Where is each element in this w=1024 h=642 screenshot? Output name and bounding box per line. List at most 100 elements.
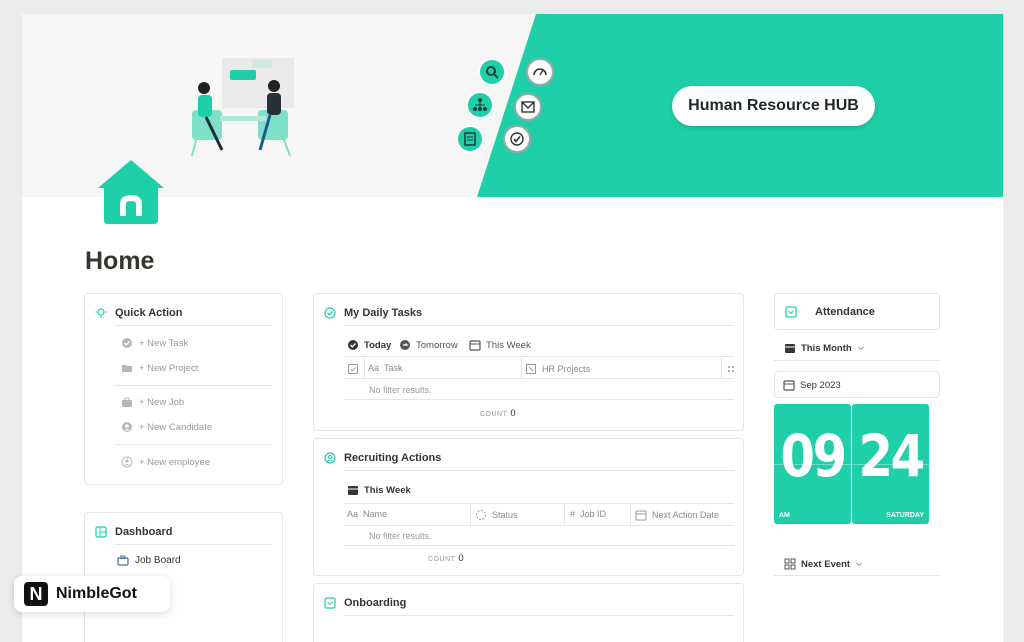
attendance-title: Attendance [785,306,875,318]
divider [344,356,734,357]
month-card[interactable]: Sep 2023 [774,371,940,398]
new-project-button[interactable]: + New Project [121,362,198,374]
next-event-filter[interactable]: Next Event [784,558,863,570]
daily-tasks-title: My Daily Tasks [324,307,422,319]
briefcase-icon [122,397,132,407]
person-icon [121,456,133,468]
column-job-id-label: Job ID [580,509,607,519]
hour-flip-card: 09 AM [774,404,851,524]
next-event-label: Next Event [801,558,851,570]
divider [344,325,734,326]
count-label: COUNT [428,556,456,563]
nimblegot-watermark: N NimbleGot [14,576,170,612]
more-columns-icon[interactable] [725,363,737,375]
column-next-action-date-label: Next Action Date [652,510,720,520]
tab-this-week[interactable]: This Week [469,339,531,351]
divider [344,545,734,546]
column-divider [564,505,565,525]
column-next-action-date[interactable]: Next Action Date [635,509,719,521]
tab-tomorrow[interactable]: Tomorrow [399,339,458,351]
check-badge-icon [503,125,531,153]
new-employee-button[interactable]: + New employee [121,456,210,468]
column-divider [630,505,631,525]
column-job-id[interactable]: # Job ID [570,509,606,519]
onboarding-panel: Onboarding [313,583,744,642]
quick-action-panel: Quick Action + New Task + New Project + … [84,293,283,485]
hour-caption: AM [779,512,790,519]
calendar-icon [469,340,481,351]
new-job-button[interactable]: + New Job [121,396,184,408]
recruiting-title: Recruiting Actions [324,452,441,464]
job-board-label: Job Board [135,554,181,566]
divider [774,360,940,361]
calendar-icon [635,510,647,521]
quick-action-label: Quick Action [115,307,183,319]
divider [115,385,272,386]
count-summary: COUNT 0 [428,553,464,564]
count-value: 0 [510,408,516,419]
column-divider [364,358,365,378]
check-circle-icon [348,340,358,350]
cover-banner: Human Resource HUB [22,14,1003,197]
column-status-label: Status [492,510,518,520]
interview-illustration-icon [191,58,294,157]
count-value: 0 [458,553,464,564]
calendar-icon [783,380,795,391]
empty-state-text: No filter results. [369,531,432,541]
arrow-circle-icon [400,340,410,350]
tab-today[interactable]: Today [347,339,391,351]
recruiting-panel: Recruiting Actions This Week Aa Name Sta… [313,438,744,576]
check-circle-icon [122,338,132,348]
new-project-label: + New Project [139,362,199,374]
job-board-link[interactable]: Job Board [117,554,181,566]
person-circle-icon [122,422,132,432]
person-circle-icon [324,452,336,464]
quick-action-title: Quick Action [95,307,182,319]
page-frame: Human Resource HUB Home Quick Action + N… [22,14,1003,642]
calendar-icon [785,344,795,353]
column-task[interactable]: Aa Task [368,363,403,373]
dashboard-label: Dashboard [115,526,173,538]
number-property-icon: # [570,509,576,519]
status-icon [476,510,486,520]
tab-this-week-label: This Week [364,484,411,496]
this-month-filter[interactable]: This Month [784,342,865,354]
tab-this-week[interactable]: This Week [347,484,411,496]
day-flip-card: 24 SATURDAY [852,404,929,524]
this-month-label: This Month [801,342,852,354]
column-hr-projects-label: HR Projects [542,364,591,374]
relation-icon [526,364,536,374]
new-task-button[interactable]: + New Task [121,337,188,349]
org-chart-icon [466,91,494,119]
divider [115,325,272,326]
tab-this-week-label: This Week [486,339,531,351]
document-icon [456,125,484,153]
lightbulb-icon [95,308,107,318]
new-candidate-button[interactable]: + New Candidate [121,421,212,433]
text-property-icon: Aa [347,509,359,519]
column-task-label: Task [384,363,403,373]
empty-state-text: No filter results. [369,385,432,395]
column-status[interactable]: Status [475,509,518,521]
tab-today-label: Today [364,339,392,351]
column-checkbox[interactable] [347,363,359,375]
count-summary: COUNT 0 [480,408,516,419]
briefcase-icon [117,555,129,566]
column-divider [521,358,522,378]
column-hr-projects[interactable]: HR Projects [525,363,590,375]
nimblegot-text: NimbleGot [56,585,137,602]
inbox-tray-icon [785,306,797,318]
checkbox-icon [348,364,358,374]
hour-value: 09 [780,422,847,490]
hub-title: Human Resource HUB [672,86,875,126]
new-job-label: + New Job [139,396,185,408]
attendance-card: Attendance [774,293,940,330]
column-name[interactable]: Aa Name [347,509,387,519]
divider [344,503,734,504]
chevron-down-icon [856,562,862,567]
day-caption: SATURDAY [886,512,924,519]
home-icon [98,160,164,224]
calendar-icon [348,486,358,495]
daily-tasks-label: My Daily Tasks [344,307,423,319]
month-value: Sep 2023 [800,379,841,391]
